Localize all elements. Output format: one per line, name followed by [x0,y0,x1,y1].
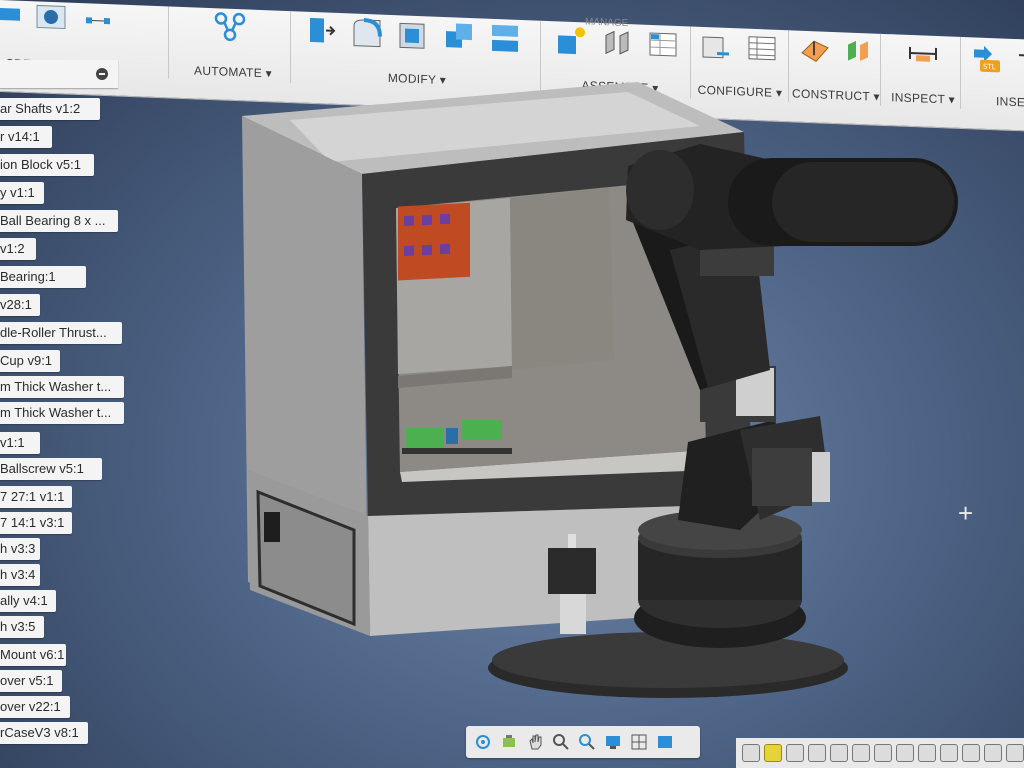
new-component-icon[interactable] [554,23,588,58]
browser-item[interactable]: rCaseV3 v8:1 [0,722,88,744]
combine-icon[interactable] [442,19,476,54]
navigation-bar [466,726,700,758]
fit-window-icon[interactable] [578,733,596,751]
browser-item[interactable]: 7 14:1 v3:1 [0,512,72,534]
browser-item[interactable]: ar Shafts v1:2 [0,98,100,120]
browser-item[interactable]: dle-Roller Thrust... [0,322,122,344]
fillet-icon[interactable] [350,15,384,50]
browser-item[interactable]: h v3:5 [0,616,44,638]
timeline-step[interactable] [984,744,1002,762]
model-canvas[interactable] [140,70,1024,730]
browser-item[interactable]: v28:1 [0,294,40,316]
timeline-step[interactable] [940,744,958,762]
timeline-step[interactable] [786,744,804,762]
press-pull-icon[interactable] [304,14,338,49]
timeline-step[interactable] [874,744,892,762]
browser-header [0,60,118,88]
crosshair-cursor: + [958,498,974,528]
browser-item[interactable]: y v1:1 [0,182,44,204]
viewports-icon[interactable] [656,733,674,751]
canvas-viewport[interactable]: + [140,70,1024,730]
timeline-step[interactable] [918,744,936,762]
timeline-step[interactable] [830,744,848,762]
create-hole-icon[interactable] [34,3,68,38]
pan-icon[interactable] [526,733,544,751]
timeline-bar [736,738,1024,768]
as-built-joint-icon[interactable] [646,27,680,62]
display-settings-icon[interactable] [604,733,622,751]
offset-plane-icon[interactable] [798,33,832,68]
timeline-step[interactable] [1006,744,1024,762]
browser-item[interactable]: Ball Bearing 8 x ... [0,210,118,232]
browser-item[interactable]: Ballscrew v5:1 [0,458,102,480]
create-sketch-icon[interactable] [0,2,24,37]
browser-item[interactable]: Bearing:1 [0,266,86,288]
browser-item[interactable]: v1:1 [0,432,40,454]
browser-item[interactable]: m Thick Washer t... [0,402,124,424]
configuration-table-icon[interactable] [745,31,779,66]
browser-item[interactable]: v1:2 [0,238,36,260]
browser-item[interactable]: Cup v9:1 [0,350,60,372]
browser-panel: ar Shafts v1:2 r v14:1 ion Block v5:1 y v1:… [0,56,140,756]
joint-icon[interactable] [600,25,634,60]
collapse-icon[interactable] [96,68,108,80]
split-body-icon[interactable] [488,21,522,56]
browser-item[interactable]: ion Block v5:1 [0,154,94,176]
measure-icon[interactable] [906,37,940,72]
timeline-step[interactable] [764,744,782,762]
timeline-step[interactable] [852,744,870,762]
timeline-step[interactable] [742,744,760,762]
browser-item[interactable]: ally v4:1 [0,590,56,612]
browser-item[interactable]: 7 27:1 v1:1 [0,486,72,508]
midplane-icon[interactable] [842,34,876,69]
create-pattern-icon[interactable] [78,5,112,40]
browser-item[interactable]: r v14:1 [0,126,52,148]
look-at-icon[interactable] [500,733,518,751]
timeline-step[interactable] [808,744,826,762]
automate-icon[interactable] [213,10,247,45]
browser-item[interactable]: h v3:3 [0,538,40,560]
browser-item[interactable]: h v3:4 [0,564,40,586]
timeline-step[interactable] [896,744,914,762]
grid-settings-icon[interactable] [630,733,648,751]
shell-icon[interactable] [396,17,430,52]
browser-item[interactable]: over v22:1 [0,696,70,718]
timeline-step[interactable] [962,744,980,762]
zoom-icon[interactable] [552,733,570,751]
browser-item[interactable]: over v5:1 [0,670,62,692]
browser-item[interactable]: m Thick Washer t... [0,376,124,398]
browser-item[interactable]: Mount v6:1 [0,644,66,666]
configure-component-icon[interactable] [699,29,733,64]
orbit-icon[interactable] [474,733,492,751]
